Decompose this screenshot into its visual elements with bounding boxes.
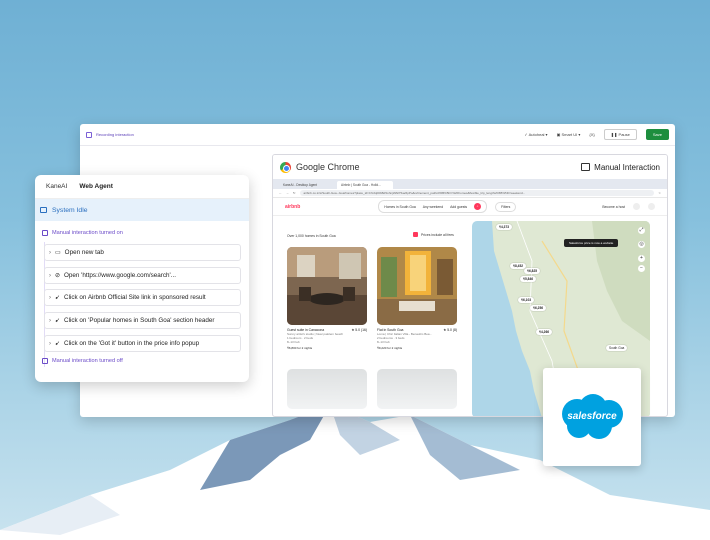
become-host-link[interactable]: Become a host: [602, 205, 625, 209]
reload-icon[interactable]: ↻: [293, 191, 296, 195]
browser-tab-active[interactable]: Airbnb | South Goa - Holid...: [337, 181, 393, 189]
listing-price: ₹6,800 for 2 nights: [287, 346, 313, 350]
cursor-window-icon: [581, 163, 591, 171]
listing-card[interactable]: Guest suite in Canacona ★ 5.0 (16) Sunny …: [287, 247, 367, 350]
step-label: Open new tab: [64, 249, 104, 256]
listing-photo[interactable]: [377, 247, 457, 325]
listing-dates: 8–13 Feb: [287, 340, 300, 344]
listing-placeholder: [377, 369, 457, 409]
map-price-pin[interactable]: ₹6,103: [518, 297, 535, 303]
manual-on-marker: Manual interaction turned on: [42, 230, 123, 236]
map-price-pin[interactable]: ₹5,846: [520, 276, 537, 282]
cursor-icon: ➹: [55, 295, 61, 301]
map-price-pin[interactable]: ₹8,452: [510, 263, 527, 269]
tag-icon: [413, 232, 418, 237]
map-price-pin[interactable]: ₹4,373: [496, 224, 513, 230]
airbnb-header: airbnb Homes in South Goa Any weekend Ad…: [273, 198, 667, 216]
tab-icon: ▭: [55, 250, 61, 256]
location-icon[interactable]: ◎: [638, 241, 645, 248]
step-label: Click on 'Popular homes in South Goa' se…: [64, 317, 215, 324]
step-row[interactable]: › ⊘ Open 'https://www.google.com/search'…: [44, 267, 241, 284]
manual-off-marker: Manual interaction turned off: [42, 358, 123, 364]
listing-price: ₹9,220 for 2 nights: [377, 346, 403, 350]
kaneai-panel: KaneAI Web Agent System Idle Manual inte…: [35, 175, 249, 382]
map-price-pin[interactable]: ₹6,256: [530, 305, 547, 311]
listing-rating: ★ 5.0 (8): [443, 328, 457, 332]
zoom-out-icon[interactable]: −: [638, 265, 645, 272]
manual-interaction-indicator: Manual Interaction: [581, 163, 660, 172]
zoom-in-icon[interactable]: +: [638, 255, 645, 262]
salesforce-wordmark: salesforce: [567, 411, 617, 422]
pause-button[interactable]: ❚❚ Pause: [603, 129, 637, 140]
salesforce-logo-card: salesforce: [543, 368, 641, 466]
chevron-right-icon[interactable]: ›: [49, 295, 51, 301]
manual-interaction-icon: [42, 358, 48, 364]
variables-button[interactable]: {X}: [589, 132, 594, 137]
airbnb-logo[interactable]: airbnb: [285, 204, 300, 210]
listing-rating: ★ 5.0 (16): [351, 328, 367, 332]
step-label: Click on the 'Got it' button in the pric…: [64, 340, 200, 347]
chevron-right-icon[interactable]: ›: [49, 341, 51, 347]
chevron-right-icon[interactable]: ›: [49, 273, 51, 279]
menu-icon[interactable]: [648, 203, 655, 210]
system-status: System Idle: [35, 199, 249, 221]
link-icon: ⊘: [55, 273, 61, 279]
tab-kaneai[interactable]: KaneAI: [46, 183, 67, 190]
save-button[interactable]: Save: [645, 129, 669, 140]
step-row[interactable]: › ➹ Click on the 'Got it' button in the …: [44, 335, 241, 352]
step-row[interactable]: › ▭ Open new tab: [44, 244, 241, 261]
listing-placeholder: [287, 369, 367, 409]
listing-count: Over 1,000 homes in South Goa: [287, 234, 336, 238]
chevron-right-icon[interactable]: ›: [49, 318, 51, 324]
airbnb-search-bar[interactable]: Homes in South Goa Any weekend Add guest…: [378, 200, 488, 213]
back-icon[interactable]: ←: [279, 191, 282, 195]
recorder-toolbar: Recording interaction ✓ Autoheal ▾ ▣ Sma…: [80, 124, 675, 146]
cursor-icon: ➹: [55, 341, 61, 347]
autoheal-toggle[interactable]: ✓ Autoheal ▾: [524, 132, 547, 137]
chevron-right-icon[interactable]: ›: [49, 250, 51, 256]
search-icon[interactable]: ⌕: [474, 203, 482, 210]
forward-icon[interactable]: →: [286, 191, 289, 195]
smart-ui-toggle[interactable]: ▣ Smart UI ▾: [557, 132, 581, 137]
expand-map-icon[interactable]: ⤢: [638, 227, 645, 234]
listing-card[interactable]: Flat in South Goa ★ 5.0 (8) Loma | Chic I…: [377, 247, 457, 350]
filters-button[interactable]: Filters: [495, 201, 517, 212]
chrome-logo-icon: [280, 161, 291, 173]
manual-interaction-icon: [42, 230, 48, 236]
browser-tab[interactable]: KaneAI - Desktop Agent: [279, 181, 335, 189]
monitor-icon: [40, 207, 47, 213]
map-place-label: South Goa: [606, 345, 628, 351]
cursor-icon: ➹: [55, 318, 61, 324]
price-note[interactable]: Prices include all fees: [413, 232, 454, 237]
listing-dates: 8–13 Feb: [377, 340, 390, 344]
map-price-pin[interactable]: ₹6,825: [524, 268, 541, 274]
browser-title: Google Chrome: [296, 162, 360, 172]
recording-status: Recording interaction: [96, 132, 134, 137]
address-bar[interactable]: airbnb.co.in/s/South-Goa--Goa/homes?plac…: [299, 190, 655, 196]
star-icon[interactable]: ☆: [658, 191, 661, 195]
listing-photo[interactable]: [287, 247, 367, 325]
step-row[interactable]: › ➹ Click on Airbnb Official Site link i…: [44, 289, 241, 306]
tab-web-agent[interactable]: Web Agent: [79, 183, 113, 190]
globe-icon[interactable]: [633, 203, 640, 210]
step-label: Open 'https://www.google.com/search'...: [64, 272, 176, 279]
recording-icon: [86, 131, 92, 138]
step-label: Click on Airbnb Official Site link in sp…: [64, 294, 206, 301]
step-row[interactable]: › ➹ Click on 'Popular homes in South Goa…: [44, 312, 241, 329]
map-price-pin[interactable]: ₹4,266: [536, 329, 553, 335]
map-tooltip: Salesforce price is now a website: [564, 239, 619, 247]
